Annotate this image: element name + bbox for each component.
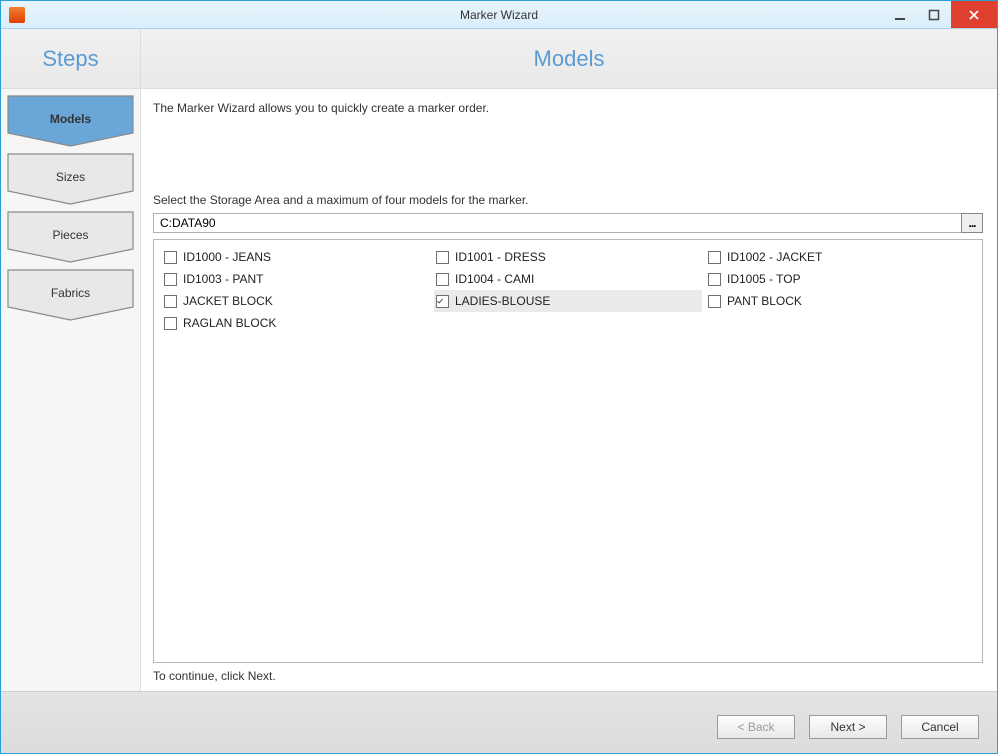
header-row: Steps Models: [1, 29, 997, 89]
app-window: Marker Wizard Steps Models Models Sizes Pi…: [0, 0, 998, 754]
checkbox-icon[interactable]: [708, 251, 721, 264]
step-label: Pieces: [52, 228, 88, 246]
maximize-button[interactable]: [917, 1, 951, 28]
step-label: Fabrics: [51, 286, 90, 304]
step-models[interactable]: Models: [7, 95, 134, 147]
titlebar: Marker Wizard: [1, 1, 997, 29]
model-item[interactable]: PANT BLOCK: [706, 290, 974, 312]
prompt-text: Select the Storage Area and a maximum of…: [153, 193, 983, 207]
checkbox-icon[interactable]: [708, 295, 721, 308]
storage-path-row: ...: [153, 213, 983, 233]
model-item[interactable]: LADIES-BLOUSE: [434, 290, 702, 312]
checkbox-icon[interactable]: [164, 317, 177, 330]
steps-heading: Steps: [42, 46, 98, 72]
model-label: ID1004 - CAMI: [455, 272, 534, 286]
checkbox-icon[interactable]: [164, 273, 177, 286]
model-label: JACKET BLOCK: [183, 294, 273, 308]
header-steps-cell: Steps: [1, 29, 141, 88]
header-page-cell: Models: [141, 29, 997, 88]
checkbox-icon[interactable]: [164, 295, 177, 308]
maximize-icon: [928, 9, 940, 21]
minimize-button[interactable]: [883, 1, 917, 28]
close-icon: [968, 9, 980, 21]
body-row: Models Sizes Pieces Fabrics The Marker Wiza…: [1, 89, 997, 691]
model-label: RAGLAN BLOCK: [183, 316, 276, 330]
step-sizes[interactable]: Sizes: [7, 153, 134, 205]
model-label: PANT BLOCK: [727, 294, 802, 308]
steps-sidebar: Models Sizes Pieces Fabrics: [1, 89, 141, 691]
close-button[interactable]: [951, 1, 997, 28]
cancel-button[interactable]: Cancel: [901, 715, 979, 739]
model-label: ID1001 - DRESS: [455, 250, 546, 264]
storage-path-input[interactable]: [153, 213, 962, 233]
model-item[interactable]: ID1005 - TOP: [706, 268, 974, 290]
continue-hint: To continue, click Next.: [153, 669, 983, 687]
model-label: ID1000 - JEANS: [183, 250, 271, 264]
model-item[interactable]: ID1002 - JACKET: [706, 246, 974, 268]
back-button[interactable]: < Back: [717, 715, 795, 739]
step-fabrics[interactable]: Fabrics: [7, 269, 134, 321]
checkbox-icon[interactable]: [708, 273, 721, 286]
model-item[interactable]: ID1001 - DRESS: [434, 246, 702, 268]
model-item[interactable]: ID1000 - JEANS: [162, 246, 430, 268]
model-label: ID1002 - JACKET: [727, 250, 822, 264]
checkbox-icon[interactable]: [436, 295, 449, 308]
models-list[interactable]: ID1000 - JEANS ID1001 - DRESS ID1002 - JAC…: [153, 239, 983, 663]
model-item[interactable]: RAGLAN BLOCK: [162, 312, 430, 334]
step-label: Sizes: [56, 170, 85, 188]
model-label: LADIES-BLOUSE: [455, 294, 550, 308]
model-label: ID1005 - TOP: [727, 272, 801, 286]
page-heading: Models: [534, 46, 605, 72]
browse-button[interactable]: ...: [961, 213, 983, 233]
model-item[interactable]: ID1004 - CAMI: [434, 268, 702, 290]
intro-text: The Marker Wizard allows you to quickly …: [153, 101, 983, 115]
model-label: ID1003 - PANT: [183, 272, 263, 286]
model-item[interactable]: JACKET BLOCK: [162, 290, 430, 312]
checkbox-icon[interactable]: [164, 251, 177, 264]
minimize-icon: [894, 9, 906, 21]
model-item[interactable]: ID1003 - PANT: [162, 268, 430, 290]
window-controls: [883, 1, 997, 28]
window-title: Marker Wizard: [1, 8, 997, 22]
checkbox-icon[interactable]: [436, 251, 449, 264]
step-pieces[interactable]: Pieces: [7, 211, 134, 263]
checkbox-icon[interactable]: [436, 273, 449, 286]
footer-bar: < Back Next > Cancel: [1, 691, 997, 753]
next-button[interactable]: Next >: [809, 715, 887, 739]
main-panel: The Marker Wizard allows you to quickly …: [141, 89, 997, 691]
step-label: Models: [50, 112, 91, 130]
